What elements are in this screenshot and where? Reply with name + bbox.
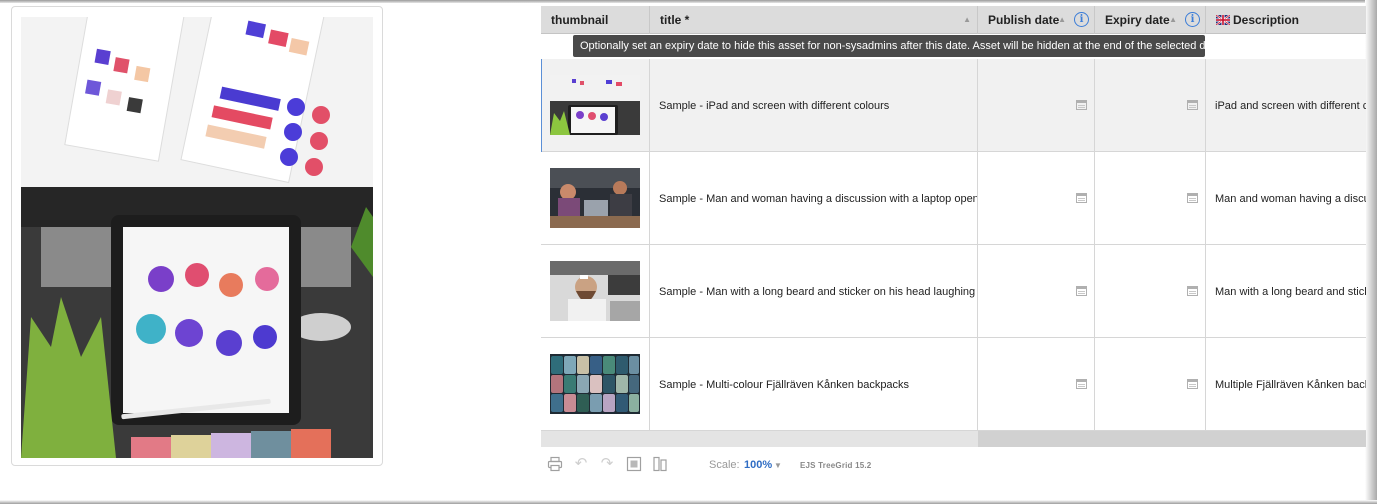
column-header-label: title * <box>660 13 690 27</box>
description-text: Man and woman having a discussion with a… <box>1215 193 1366 205</box>
description-cell[interactable]: Man and woman having a discussion with a… <box>1206 152 1366 245</box>
description-cell[interactable]: Man with a long beard and sticker on his… <box>1206 245 1366 338</box>
title-text: Sample - Multi-colour Fjällräven Kånken … <box>659 379 910 391</box>
uk-flag-icon <box>1216 15 1230 25</box>
title-cell[interactable]: Sample - Man and woman having a discussi… <box>650 152 978 245</box>
table-row[interactable]: Sample - Multi-colour Fjällräven Kånken … <box>541 338 1366 431</box>
asset-preview-card <box>11 6 383 466</box>
publish-date-cell[interactable] <box>978 245 1095 338</box>
thumbnail-image <box>550 354 640 414</box>
calendar-icon[interactable] <box>1187 193 1198 203</box>
thumbnail-image <box>550 261 640 321</box>
expiry-date-cell[interactable] <box>1095 338 1206 431</box>
expiry-date-cell[interactable] <box>1095 59 1206 152</box>
table-row[interactable]: Sample - Man and woman having a discussi… <box>541 152 1366 245</box>
calendar-icon[interactable] <box>1187 100 1198 110</box>
window-edge-right <box>1365 0 1377 504</box>
column-header-thumbnail[interactable]: thumbnail <box>541 6 650 34</box>
column-header-label: Description <box>1233 13 1300 27</box>
window-edge-top <box>0 0 1377 3</box>
title-text: Sample - Man and woman having a discussi… <box>659 193 978 205</box>
grid-header: thumbnail title * ▲ Publish date ▲ i Expiry… <box>541 6 1366 34</box>
calendar-icon[interactable] <box>1076 286 1087 296</box>
calendar-icon[interactable] <box>1076 193 1087 203</box>
title-text: Sample - iPad and screen with different … <box>659 100 890 112</box>
description-text: Multiple Fjällräven Kånken backpacks <box>1215 379 1366 391</box>
asset-preview-image <box>21 17 373 458</box>
asset-grid: thumbnail title * ▲ Publish date ▲ i Expiry… <box>541 6 1366 447</box>
horizontal-scrollbar[interactable] <box>541 431 1366 447</box>
fit-icon[interactable] <box>626 456 642 472</box>
publish-date-cell[interactable] <box>978 59 1095 152</box>
description-cell[interactable]: iPad and screen with different colours <box>1206 59 1366 152</box>
expiry-date-cell[interactable] <box>1095 152 1206 245</box>
grid-toolbar: ↶ ↷ Scale: 100% ▼ EJS TreeGrid 15.2 <box>541 452 941 478</box>
calendar-icon[interactable] <box>1076 100 1087 110</box>
description-cell[interactable]: Multiple Fjällräven Kånken backpacks <box>1206 338 1366 431</box>
undo-icon[interactable]: ↶ <box>573 456 589 472</box>
sort-icon[interactable]: ▲ <box>1169 6 1177 34</box>
thumbnail-cell[interactable] <box>541 152 650 245</box>
scale-label: Scale: <box>709 459 740 471</box>
calendar-icon[interactable] <box>1076 379 1087 389</box>
expiry-date-cell[interactable] <box>1095 245 1206 338</box>
column-header-publish-date[interactable]: Publish date ▲ i <box>978 6 1095 34</box>
expiry-date-tooltip: Optionally set an expiry date to hide th… <box>573 35 1221 57</box>
scale-dropdown[interactable]: 100% <box>744 459 772 471</box>
table-row[interactable]: Sample - iPad and screen with different … <box>541 59 1366 152</box>
title-cell[interactable]: Sample - Multi-colour Fjällräven Kånken … <box>650 338 978 431</box>
column-header-title[interactable]: title * ▲ <box>650 6 978 34</box>
info-icon[interactable]: i <box>1185 12 1200 27</box>
columns-icon[interactable] <box>652 456 668 472</box>
scrollbar-thumb[interactable] <box>978 431 1366 447</box>
sort-icon[interactable]: ▲ <box>963 6 971 34</box>
thumbnail-image <box>550 168 640 228</box>
title-cell[interactable]: Sample - iPad and screen with different … <box>650 59 978 152</box>
thumbnail-cell[interactable] <box>541 338 650 431</box>
chevron-down-icon[interactable]: ▼ <box>774 459 782 472</box>
column-header-expiry-date[interactable]: Expiry date ▲ i <box>1095 6 1206 34</box>
column-header-label: Expiry date <box>1105 13 1170 27</box>
column-header-label: thumbnail <box>551 13 609 27</box>
selected-cell-outline <box>541 59 649 152</box>
calendar-icon[interactable] <box>1187 286 1198 296</box>
redo-icon[interactable]: ↷ <box>599 456 615 472</box>
publish-date-cell[interactable] <box>978 152 1095 245</box>
publish-date-cell[interactable] <box>978 338 1095 431</box>
calendar-icon[interactable] <box>1187 379 1198 389</box>
title-cell[interactable]: Sample - Man with a long beard and stick… <box>650 245 978 338</box>
sort-icon[interactable]: ▲ <box>1058 6 1066 34</box>
description-text: iPad and screen with different colours <box>1215 100 1366 112</box>
table-row[interactable]: Sample - Man with a long beard and stick… <box>541 245 1366 338</box>
print-icon[interactable] <box>547 456 563 472</box>
brand-label: EJS TreeGrid 15.2 <box>800 461 872 470</box>
column-header-description[interactable]: Description <box>1206 6 1366 34</box>
column-header-label: Publish date <box>988 13 1060 27</box>
title-text: Sample - Man with a long beard and stick… <box>659 286 976 298</box>
thumbnail-cell[interactable] <box>541 59 650 152</box>
info-icon[interactable]: i <box>1074 12 1089 27</box>
description-text: Man with a long beard and sticker on his… <box>1215 286 1366 298</box>
window-edge-bottom <box>0 500 1377 504</box>
thumbnail-cell[interactable] <box>541 245 650 338</box>
